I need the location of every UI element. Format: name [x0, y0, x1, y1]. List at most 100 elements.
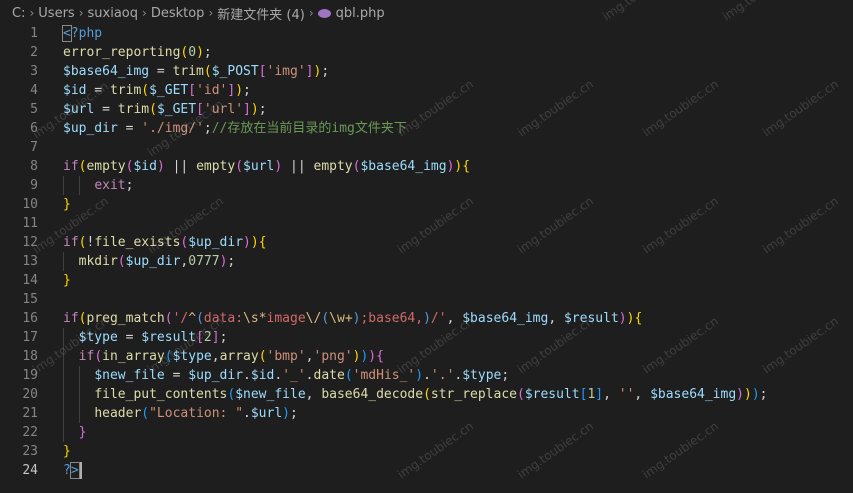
- code-token: .: [423, 368, 431, 383]
- code-token: exit: [94, 178, 126, 193]
- code-token: $base64_img: [462, 311, 549, 326]
- code-token: empty: [196, 159, 236, 174]
- code-token: ;: [501, 368, 510, 383]
- code-line[interactable]: 10}: [0, 195, 853, 214]
- code-token: "Location: ": [149, 406, 244, 421]
- code-token: {: [376, 349, 384, 364]
- breadcrumb: C: › Users › suxiaoq › Desktop › 新建文件夹 (…: [0, 0, 853, 26]
- code-token: $url: [63, 102, 95, 117]
- code-line[interactable]: 2 error_reporting(0);: [0, 43, 853, 62]
- code-token: base64_decode: [321, 387, 424, 402]
- code-token: ;: [258, 102, 267, 117]
- code-token: header: [94, 406, 142, 421]
- code-token: (: [117, 254, 126, 269]
- code-line[interactable]: 21 header("Location: ".$url);: [0, 404, 853, 423]
- line-number: 1: [30, 26, 38, 41]
- code-line[interactable]: 20 file_put_contents ($new_file, base64_d…: [0, 385, 853, 404]
- code-text: $url = trim($_GET['url']);: [63, 100, 267, 119]
- code-line[interactable]: 3 $base64_img = trim($_POST['img']);: [0, 62, 853, 81]
- code-line[interactable]: 8 if(empty($id) || empty($url) || empty($…: [0, 157, 853, 176]
- code-token: image: [266, 311, 306, 326]
- line-number: 19: [22, 368, 38, 383]
- code-token: (: [516, 387, 525, 402]
- code-line[interactable]: 6 $up_dir = './img/';//存放在当前目录的img文件夹下: [0, 119, 853, 138]
- line-number: 16: [22, 311, 38, 326]
- code-token: str_replace: [430, 387, 517, 402]
- code-token: (: [141, 83, 150, 98]
- code-token: ): [243, 235, 251, 250]
- code-line[interactable]: 9 exit;: [0, 176, 853, 195]
- breadcrumb-item-drive[interactable]: C:: [12, 6, 25, 21]
- code-line[interactable]: 4 $id = trim($_GET['id']);: [0, 81, 853, 100]
- code-token: $up_dir: [188, 368, 244, 383]
- code-token: $id: [63, 83, 87, 98]
- code-token: ): [196, 45, 204, 60]
- code-token: $base64_img: [63, 64, 150, 79]
- line-number: 15: [22, 292, 38, 307]
- code-token: $up_dir: [188, 235, 244, 250]
- code-editor[interactable]: 1 <?php 2 error_reporting(0); 3 $base64_img =…: [0, 24, 853, 493]
- indent-guide: [63, 328, 64, 442]
- code-token: ^: [188, 311, 197, 326]
- breadcrumb-item-file[interactable]: qbl.php: [336, 6, 385, 21]
- line-number: 12: [22, 235, 38, 250]
- code-line[interactable]: 23}: [0, 442, 853, 461]
- code-token: ,: [305, 349, 314, 364]
- line-number: 9: [30, 178, 38, 193]
- code-token: $type: [172, 349, 212, 364]
- line-number: 6: [30, 121, 38, 136]
- code-token: ,: [305, 387, 322, 402]
- code-token: empty: [86, 159, 126, 174]
- code-line[interactable]: 12 if(!file_exists($up_dir)){: [0, 233, 853, 252]
- code-token: (: [344, 368, 353, 383]
- code-token: file_put_contents: [94, 387, 228, 402]
- code-token: preg_match: [86, 311, 165, 326]
- code-token: ): [751, 387, 760, 402]
- indent-guide: [78, 176, 80, 195]
- code-text: }: [63, 271, 71, 290]
- code-token: if: [63, 311, 79, 326]
- code-line[interactable]: 18 if(in_array($type,array('bmp','png'))…: [0, 347, 853, 366]
- code-token: array: [219, 349, 259, 364]
- code-token: 2: [203, 330, 212, 345]
- code-line[interactable]: 1 <?php: [0, 24, 853, 43]
- chevron-right-icon: ›: [308, 6, 314, 20]
- code-token: data:: [203, 311, 244, 326]
- code-token: $type: [462, 368, 502, 383]
- code-token: =: [94, 102, 118, 117]
- code-line[interactable]: 24 ?>: [0, 461, 853, 480]
- code-token: ;: [321, 64, 330, 79]
- code-token: [: [196, 330, 204, 345]
- code-token: ;: [243, 83, 251, 98]
- code-line[interactable]: 11: [0, 214, 853, 233]
- code-token: \w: [329, 311, 345, 326]
- code-line[interactable]: 19 $new_file = $up_dir.$id.'_'.date('mdH…: [0, 366, 853, 385]
- code-line[interactable]: 16 if(preg_match('/^(data:\s*image\/(\w+)…: [0, 309, 853, 328]
- code-text: if(preg_match('/^(data:\s*image\/(\w+);b…: [63, 309, 642, 328]
- code-token: ;base64,: [360, 311, 424, 326]
- breadcrumb-item-users[interactable]: Users: [38, 6, 74, 21]
- code-token: }: [63, 444, 71, 459]
- code-line[interactable]: 17 $type = $result[2];: [0, 328, 853, 347]
- code-line[interactable]: 15: [0, 290, 853, 309]
- code-token: (: [149, 102, 157, 117]
- line-number: 7: [30, 140, 38, 155]
- breadcrumb-item-desktop[interactable]: Desktop: [151, 6, 205, 21]
- code-line[interactable]: 13 mkdir($up_dir,0777);: [0, 252, 853, 271]
- code-token: ,: [211, 349, 220, 364]
- code-line[interactable]: 7: [0, 138, 853, 157]
- code-line[interactable]: 5 $url = trim($_GET['url']);: [0, 100, 853, 119]
- breadcrumb-item-folder[interactable]: 新建文件夹 (4): [217, 4, 305, 23]
- code-line[interactable]: 14}: [0, 271, 853, 290]
- code-token: $up_dir: [125, 254, 181, 269]
- code-token: in_array: [102, 349, 165, 364]
- code-token: $new_file: [235, 387, 306, 402]
- code-token: '/: [172, 311, 189, 326]
- code-token: ): [423, 311, 431, 326]
- code-text: $id = trim($_GET['id']);: [63, 81, 251, 100]
- breadcrumb-item-user[interactable]: suxiaoq: [88, 6, 139, 21]
- code-token: (: [235, 159, 244, 174]
- code-line[interactable]: 22 }: [0, 423, 853, 442]
- code-token: ): [618, 311, 627, 326]
